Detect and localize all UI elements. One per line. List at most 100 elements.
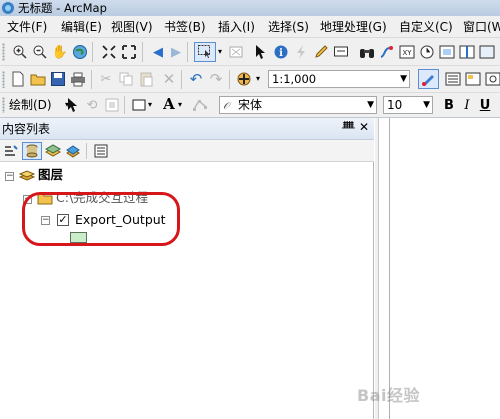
toolbar-separator xyxy=(91,70,92,89)
toolbar-separator xyxy=(142,42,143,62)
toolbar-grip[interactable] xyxy=(2,71,5,88)
cut-icon[interactable]: ✂ xyxy=(97,70,115,88)
zoom-out-icon[interactable] xyxy=(31,43,49,61)
back-arrow-icon[interactable]: ◀ xyxy=(149,43,167,61)
time-slider-icon[interactable] xyxy=(418,43,436,61)
select-features-icon[interactable] xyxy=(194,42,216,62)
pan-hand-icon[interactable]: ✋ xyxy=(51,43,69,61)
chevron-down-icon[interactable]: ▼ xyxy=(400,71,407,87)
editor-toolbar-icon[interactable] xyxy=(418,69,439,89)
select-elements-arrow-icon[interactable] xyxy=(251,43,269,61)
swipe-icon[interactable] xyxy=(458,43,476,61)
add-data-icon[interactable] xyxy=(235,70,253,88)
undo-icon[interactable]: ↶ xyxy=(187,70,205,88)
list-by-selection-icon[interactable] xyxy=(64,142,82,160)
menu-customize[interactable]: 自定义(C) xyxy=(398,16,454,38)
select-elements-icon[interactable] xyxy=(63,96,81,114)
standard-toolbar: ✂ ✕ ↶ ↷ ▾ 1:1,000 ▼ xyxy=(0,66,500,93)
hyperlink-lightning-icon[interactable] xyxy=(292,43,310,61)
select-dropdown-icon[interactable]: ▾ xyxy=(216,43,224,61)
font-size-combobox[interactable]: 10 ▼ xyxy=(383,96,433,114)
go-to-xy-icon[interactable]: XY xyxy=(398,43,416,61)
close-icon[interactable]: ✕ xyxy=(359,120,369,134)
rotate-icon[interactable]: ⟲ xyxy=(83,96,101,114)
baidu-watermark: Bai经验 xyxy=(357,386,420,405)
open-folder-icon[interactable] xyxy=(29,70,47,88)
fixed-zoom-out-icon[interactable] xyxy=(120,43,138,61)
forward-arrow-icon[interactable]: ▶ xyxy=(167,43,185,61)
menu-insert[interactable]: 插入(I) xyxy=(217,16,256,38)
layers-stack-icon xyxy=(19,170,35,181)
map-scale-combobox[interactable]: 1:1,000 ▼ xyxy=(268,70,410,88)
bold-button[interactable]: B xyxy=(440,96,458,114)
menu-window[interactable]: 窗口(W xyxy=(462,16,500,38)
search-window-icon[interactable] xyxy=(484,70,500,88)
svg-text:XY: XY xyxy=(402,49,412,57)
menu-selection[interactable]: 选择(S) xyxy=(267,16,310,38)
html-popup-icon[interactable] xyxy=(312,43,330,61)
collapse-layers-icon[interactable]: − xyxy=(5,172,14,181)
table-of-contents-window-icon[interactable] xyxy=(444,70,462,88)
toc-header: 内容列表 ᚙ ✕ xyxy=(0,118,374,140)
copy-icon[interactable] xyxy=(117,70,135,88)
toolbar-separator xyxy=(86,143,87,159)
font-size-value: 10 xyxy=(387,98,403,112)
list-by-source-icon[interactable] xyxy=(22,142,42,160)
highlight-annotation-ellipse xyxy=(22,192,180,246)
draw-menu[interactable]: 绘制(D) xyxy=(9,97,52,113)
toolbar-separator xyxy=(92,42,93,62)
list-by-visibility-icon[interactable] xyxy=(44,142,62,160)
toc-title: 内容列表 xyxy=(2,122,51,136)
menu-geoprocessing[interactable]: 地理处理(G) xyxy=(319,16,388,38)
new-document-icon[interactable] xyxy=(9,70,27,88)
catalog-window-icon[interactable] xyxy=(464,70,482,88)
create-viewer-window-icon[interactable] xyxy=(438,43,456,61)
title-bar: 无标题 - ArcMap xyxy=(0,0,500,16)
map-display-area[interactable] xyxy=(375,118,500,419)
text-dropdown-icon[interactable]: ▾ xyxy=(176,96,184,114)
toolbar-separator xyxy=(229,70,230,89)
arcmap-app-icon xyxy=(2,2,14,14)
panel-splitter[interactable] xyxy=(375,118,379,419)
menu-bookmarks[interactable]: 书签(B) xyxy=(163,16,207,38)
options-icon[interactable] xyxy=(92,142,110,160)
find-binoculars-icon[interactable] xyxy=(358,43,376,61)
table-of-contents-panel: 内容列表 ᚙ ✕ − 图层 − C:\完成交互过程 − ✓ Export_Out… xyxy=(0,118,374,419)
fixed-zoom-in-icon[interactable] xyxy=(100,43,118,61)
identify-icon[interactable]: i xyxy=(272,43,290,61)
chevron-down-icon[interactable]: ▼ xyxy=(367,97,374,113)
save-icon[interactable] xyxy=(49,70,67,88)
font-name-combobox[interactable]: 𝒪 宋体 ▼ xyxy=(219,96,377,114)
zoom-in-icon[interactable] xyxy=(11,43,29,61)
underline-button[interactable]: U xyxy=(476,96,494,114)
flicker-icon[interactable] xyxy=(478,43,496,61)
measure-icon[interactable] xyxy=(332,43,350,61)
add-data-dropdown-icon[interactable]: ▾ xyxy=(254,70,262,88)
paste-icon[interactable] xyxy=(137,70,155,88)
menu-file[interactable]: 文件(F) xyxy=(6,16,48,38)
full-extent-globe-icon[interactable] xyxy=(71,43,89,61)
draw-toolbar: 绘制(D) ▾ ⟲ ▾ A ▾ 𝒪 宋体 ▼ 10 ▼ B I U xyxy=(0,93,500,118)
list-by-drawing-order-icon[interactable] xyxy=(2,142,20,160)
pin-icon[interactable]: ᚙ xyxy=(342,121,355,134)
find-route-icon[interactable] xyxy=(378,43,396,61)
svg-text:i: i xyxy=(279,48,283,59)
tools-toolbar: ✋ ◀ ▶ ▾ i XY xyxy=(0,38,500,66)
delete-x-icon[interactable]: ✕ xyxy=(160,70,178,88)
redo-icon[interactable]: ↷ xyxy=(207,70,225,88)
toolbar-grip[interactable] xyxy=(2,97,5,113)
edit-vertices-icon[interactable] xyxy=(191,96,209,114)
rectangle-dropdown-icon[interactable]: ▾ xyxy=(146,96,154,114)
data-frame-border xyxy=(389,118,390,419)
italic-button[interactable]: I xyxy=(458,96,476,114)
chevron-down-icon[interactable]: ▼ xyxy=(423,97,430,113)
menu-view[interactable]: 视图(V) xyxy=(110,16,154,38)
print-icon[interactable] xyxy=(69,70,87,88)
zoom-to-selected-elements-icon[interactable] xyxy=(103,96,121,114)
toolbar-grip[interactable] xyxy=(2,43,5,61)
clear-selection-icon[interactable] xyxy=(227,43,245,61)
font-type-icon: 𝒪 xyxy=(223,101,230,112)
menu-bar: 文件(F) 编辑(E) 视图(V) 书签(B) 插入(I) 选择(S) 地理处理… xyxy=(0,16,500,38)
menu-edit[interactable]: 编辑(E) xyxy=(60,16,103,38)
layers-group-label[interactable]: 图层 xyxy=(38,167,63,183)
